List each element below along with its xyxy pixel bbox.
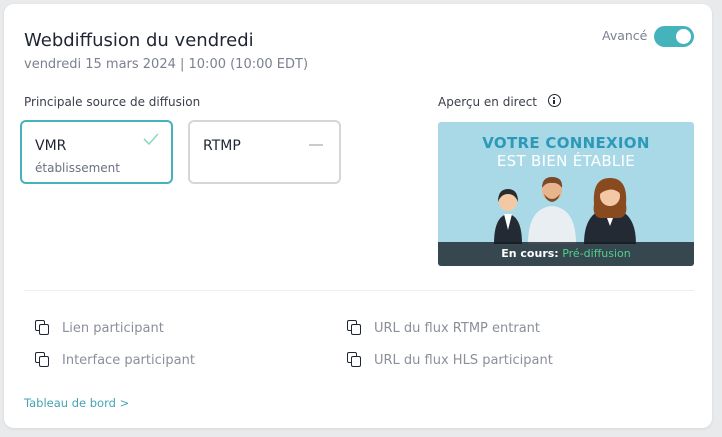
preview-label: Aperçu en direct — [438, 95, 538, 109]
dashboard-link[interactable]: Tableau de bord > — [24, 396, 129, 410]
copy-icon — [34, 352, 52, 368]
status-label: En cours: — [501, 247, 559, 260]
event-datetime: vendredi 15 mars 2024 | 10:00 (10:00 EDT… — [24, 57, 309, 72]
rtmp-url-copy[interactable]: URL du flux RTMP entrant — [346, 320, 540, 336]
participant-interface-copy[interactable]: Interface participant — [34, 352, 195, 368]
toggle-knob — [676, 29, 691, 44]
link-label: URL du flux RTMP entrant — [374, 320, 540, 336]
divider — [24, 290, 694, 291]
source-option-name: RTMP — [203, 138, 241, 154]
source-option-vmr[interactable]: VMR établissement — [20, 120, 173, 184]
source-section-label: Principale source de diffusion — [24, 95, 201, 109]
source-option-sub: établissement — [35, 161, 120, 175]
preview-headline-1: VOTRE CONNEXION — [482, 134, 650, 152]
copy-icon — [34, 320, 52, 336]
source-option-name: VMR — [35, 138, 67, 154]
link-label: URL du flux HLS participant — [374, 352, 553, 368]
link-label: Lien participant — [62, 320, 164, 336]
check-icon — [143, 133, 159, 146]
status-value: Pré-diffusion — [562, 247, 631, 260]
preview-headline-2: EST BIEN ÉTABLIE — [496, 152, 636, 170]
copy-icon — [346, 320, 364, 336]
hls-url-copy[interactable]: URL du flux HLS participant — [346, 352, 553, 368]
people-illustration — [494, 177, 636, 244]
link-label: Interface participant — [62, 352, 195, 368]
advanced-label: Avancé — [602, 28, 648, 43]
webcast-card: Webdiffusion du vendredi vendredi 15 mar… — [4, 4, 712, 428]
copy-icon — [346, 352, 364, 368]
preview-status-bar: En cours: Pré-diffusion — [438, 242, 694, 266]
source-option-rtmp[interactable]: RTMP — [188, 120, 341, 184]
page-title: Webdiffusion du vendredi — [24, 30, 254, 51]
live-preview: VOTRE CONNEXION EST BIEN ÉTABLIE En cour… — [438, 122, 694, 266]
advanced-toggle[interactable] — [654, 26, 694, 47]
info-icon[interactable] — [548, 94, 561, 107]
participant-link-copy[interactable]: Lien participant — [34, 320, 164, 336]
dash-icon — [309, 144, 323, 146]
